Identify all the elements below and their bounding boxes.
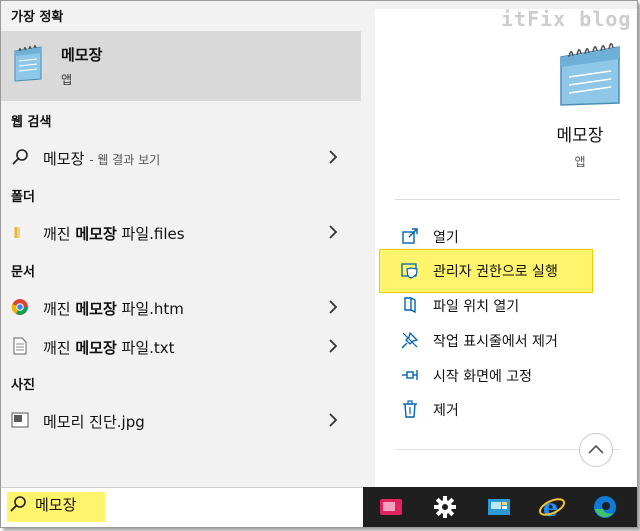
web-search-query: 메모장 (43, 150, 85, 168)
action-label: 열기 (433, 230, 459, 246)
preview-pane: 메모장 앱 열기 관리자 권한으로 실행 파일 위치 열기 작업 표시줄에서 제… (375, 9, 637, 487)
settings-gear-icon[interactable] (431, 493, 459, 521)
section-folders: 폴더 (11, 190, 35, 205)
results-pane: 가장 정확 메모장 앱 웹 검색 메모장 - 웹 결과 보기 폴더 깨진 메모장… (1, 1, 363, 487)
edge-icon[interactable] (591, 493, 619, 521)
section-web-search: 웹 검색 (11, 115, 52, 130)
action-open-file-location[interactable]: 파일 위치 열기 (375, 290, 637, 322)
action-label: 관리자 권한으로 실행 (433, 264, 558, 280)
photo-item[interactable]: 메모리 진단.jpg (1, 402, 361, 438)
divider (395, 199, 620, 200)
notepad-icon (14, 44, 42, 82)
preview-title: 메모장 (556, 126, 604, 146)
chrome-icon (11, 299, 28, 315)
text-file-icon (13, 337, 27, 355)
document-item-txt[interactable]: 깨진 메모장 파일.txt (1, 328, 361, 364)
best-match-title: 메모장 (61, 46, 103, 64)
web-search-suffix: - 웹 결과 보기 (89, 153, 161, 167)
pane-gap (363, 1, 375, 487)
internet-explorer-icon[interactable]: e (538, 493, 566, 521)
document-label: 깨진 메모장 파일.htm (43, 300, 184, 318)
folder-item[interactable]: 깨진 메모장 파일.files (1, 214, 361, 250)
folder-location-icon (404, 297, 416, 314)
action-label: 제거 (433, 403, 459, 419)
photos-app-icon[interactable] (485, 493, 513, 521)
best-match-item[interactable]: 메모장 앱 (1, 31, 361, 101)
unpin-taskbar-icon (401, 331, 419, 349)
action-label: 시작 화면에 고정 (433, 369, 533, 385)
action-open[interactable]: 열기 (375, 221, 637, 253)
section-documents: 문서 (11, 265, 35, 280)
pin-start-icon (402, 370, 418, 380)
action-uninstall[interactable]: 제거 (375, 394, 637, 426)
action-run-as-admin[interactable]: 관리자 권한으로 실행 (375, 255, 637, 287)
image-file-icon (11, 412, 29, 428)
search-icon (10, 496, 26, 512)
notepad-icon (560, 42, 620, 106)
folder-icon (14, 227, 20, 238)
web-search-label: 메모장 - 웹 결과 보기 (43, 148, 160, 169)
search-icon (12, 149, 28, 165)
folder-item-label: 깨진 메모장 파일.files (43, 225, 185, 243)
taskbar: e (363, 487, 637, 527)
chevron-right-icon[interactable] (326, 411, 340, 429)
svg-text:e: e (543, 493, 558, 521)
collapse-button[interactable] (579, 433, 613, 467)
trash-icon (403, 400, 417, 418)
section-best-match: 가장 정확 (11, 10, 64, 25)
shield-icon (401, 263, 418, 279)
preview-subtitle: 앱 (574, 155, 586, 169)
chevron-up-icon (588, 444, 604, 454)
media-app-icon[interactable] (377, 493, 405, 521)
web-search-item[interactable]: 메모장 - 웹 결과 보기 (1, 139, 361, 175)
watermark: itFix blog (501, 7, 632, 31)
chevron-right-icon[interactable] (326, 223, 340, 241)
chevron-right-icon[interactable] (326, 298, 340, 316)
search-input[interactable]: 메모장 (35, 494, 76, 515)
document-label: 깨진 메모장 파일.txt (43, 339, 175, 357)
action-label: 파일 위치 열기 (433, 299, 520, 315)
action-unpin-taskbar[interactable]: 작업 표시줄에서 제거 (375, 325, 637, 357)
chevron-right-icon[interactable] (326, 148, 340, 166)
best-match-subtitle: 앱 (61, 73, 73, 87)
chevron-right-icon[interactable] (326, 337, 340, 355)
open-icon (402, 228, 418, 244)
search-window: 가장 정확 메모장 앱 웹 검색 메모장 - 웹 결과 보기 폴더 깨진 메모장… (0, 0, 638, 528)
action-pin-start[interactable]: 시작 화면에 고정 (375, 360, 637, 392)
action-label: 작업 표시줄에서 제거 (433, 334, 558, 350)
document-item-htm[interactable]: 깨진 메모장 파일.htm (1, 289, 361, 325)
search-box[interactable]: 메모장 (1, 487, 363, 527)
section-photos: 사진 (11, 378, 35, 393)
photo-item-label: 메모리 진단.jpg (43, 413, 145, 431)
